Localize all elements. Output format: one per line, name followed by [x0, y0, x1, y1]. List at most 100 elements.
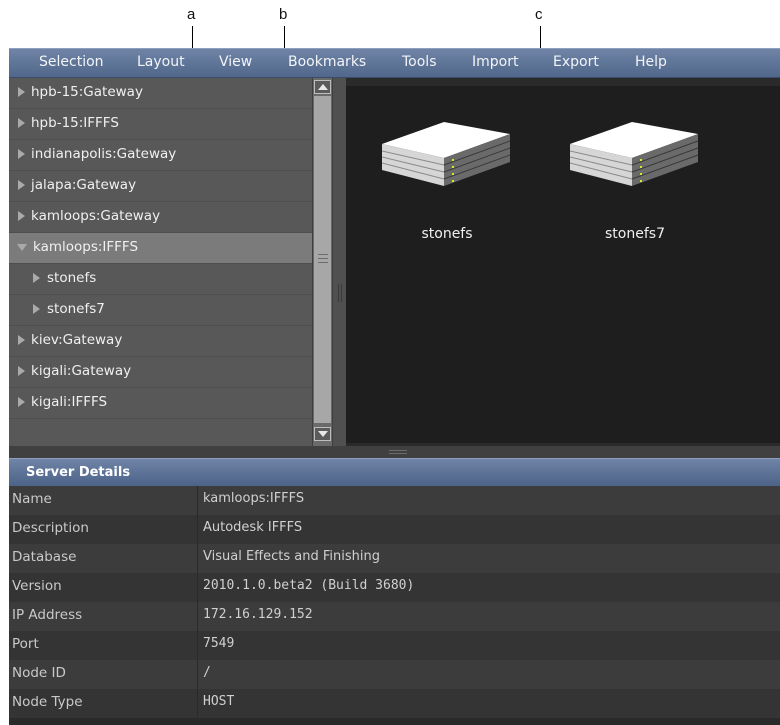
- tree-item-kamloops-gateway[interactable]: kamloops:Gateway: [9, 202, 312, 233]
- tree-item-label: indianapolis:Gateway: [31, 146, 177, 162]
- detail-value: 2010.1.0.beta2 (Build 3680): [203, 578, 415, 593]
- column-divider: [197, 544, 198, 573]
- expand-arrow-icon[interactable]: [18, 397, 25, 407]
- column-divider: [197, 602, 198, 631]
- tree-item-label: stonefs: [47, 270, 97, 286]
- expand-arrow-icon[interactable]: [33, 304, 40, 314]
- detail-value: Visual Effects and Finishing: [203, 549, 380, 564]
- scroll-thumb[interactable]: [314, 96, 331, 423]
- horizontal-splitter[interactable]: [9, 446, 780, 458]
- column-divider: [197, 573, 198, 602]
- server-icon: [381, 122, 511, 186]
- scroll-up-button[interactable]: [314, 80, 331, 94]
- tree-item-label: hpb-15:IFFFS: [31, 115, 119, 131]
- details-table: Name kamloops:IFFFS Description Autodesk…: [9, 486, 780, 725]
- server-tile-stonefs7[interactable]: stonefs7: [569, 118, 700, 242]
- tree-item-jalapa-gateway[interactable]: jalapa:Gateway: [9, 171, 312, 202]
- menu-view[interactable]: View: [219, 54, 252, 70]
- menu-bookmarks[interactable]: Bookmarks: [288, 54, 366, 70]
- column-divider: [197, 689, 198, 718]
- tree-item-indianapolis-gateway[interactable]: indianapolis:Gateway: [9, 140, 312, 171]
- server-viewer: stonefs stonefs7: [346, 86, 780, 443]
- tree-item-label: kamloops:Gateway: [31, 208, 161, 224]
- detail-row-node-id: Node ID /: [9, 660, 780, 689]
- menu-import[interactable]: Import: [472, 54, 518, 70]
- tree-item-label: jalapa:Gateway: [31, 177, 137, 193]
- column-divider: [197, 486, 198, 515]
- server-label: stonefs: [421, 226, 473, 242]
- collapse-arrow-icon[interactable]: [17, 244, 27, 251]
- tree-item-label: hpb-15:Gateway: [31, 84, 143, 100]
- detail-name: Port: [12, 636, 39, 652]
- detail-value: kamloops:IFFFS: [203, 491, 305, 506]
- tree-item-label: kigali:Gateway: [31, 363, 132, 379]
- menu-help[interactable]: Help: [635, 54, 667, 70]
- scroll-down-button[interactable]: [314, 427, 331, 441]
- server-tree: hpb-15:Gateway hpb-15:IFFFS indianapolis…: [9, 78, 312, 450]
- tree-item-kamloops-ifffs[interactable]: kamloops:IFFFS: [9, 233, 312, 264]
- tree-item-stonefs7[interactable]: stonefs7: [9, 295, 312, 326]
- detail-name: Node ID: [12, 665, 66, 681]
- detail-value: 7549: [203, 636, 235, 651]
- menu-tools[interactable]: Tools: [402, 54, 437, 70]
- details-header: Server Details: [9, 458, 780, 486]
- detail-value: 172.16.129.152: [203, 607, 313, 622]
- thumb-grip-icon: [318, 254, 328, 255]
- menu-selection[interactable]: Selection: [39, 54, 104, 70]
- detail-name: Version: [12, 578, 62, 594]
- detail-value: Autodesk IFFFS: [203, 520, 303, 535]
- callout-a: a: [187, 6, 196, 23]
- tree-item-kigali-ifffs[interactable]: kigali:IFFFS: [9, 388, 312, 419]
- expand-arrow-icon[interactable]: [18, 211, 25, 221]
- tree-item-kigali-gateway[interactable]: kigali:Gateway: [9, 357, 312, 388]
- details-title: Server Details: [26, 465, 131, 480]
- menu-layout[interactable]: Layout: [137, 54, 185, 70]
- splitter-grip-icon: [389, 450, 407, 451]
- detail-row-database: Database Visual Effects and Finishing: [9, 544, 780, 573]
- server-icon: [569, 122, 699, 186]
- column-divider: [197, 660, 198, 689]
- menu-bar: Selection Layout View Bookmarks Tools Im…: [9, 48, 780, 78]
- server-tile-stonefs[interactable]: stonefs: [381, 118, 512, 242]
- expand-arrow-icon[interactable]: [18, 180, 25, 190]
- tree-scrollbar[interactable]: [312, 78, 333, 446]
- detail-name: Description: [12, 520, 89, 536]
- splitter-grip-line: [341, 284, 342, 302]
- callout-c: c: [535, 6, 543, 23]
- detail-row-ip-address: IP Address 172.16.129.152: [9, 602, 780, 631]
- detail-value: /: [203, 665, 211, 680]
- server-browser-window: Selection Layout View Bookmarks Tools Im…: [9, 48, 780, 725]
- detail-row-version: Version 2010.1.0.beta2 (Build 3680): [9, 573, 780, 602]
- expand-arrow-icon[interactable]: [33, 273, 40, 283]
- tree-item-label: kamloops:IFFFS: [33, 239, 139, 255]
- detail-row-node-type: Node Type HOST: [9, 689, 780, 718]
- detail-row-name: Name kamloops:IFFFS: [9, 486, 780, 515]
- expand-arrow-icon[interactable]: [18, 335, 25, 345]
- arrow-down-icon: [318, 431, 328, 437]
- tree-item-kiev-gateway[interactable]: kiev:Gateway: [9, 326, 312, 357]
- expand-arrow-icon[interactable]: [18, 366, 25, 376]
- server-label: stonefs7: [605, 226, 665, 242]
- tree-item-hpb-15-gateway[interactable]: hpb-15:Gateway: [9, 78, 312, 109]
- tree-item-hpb-15-ifffs[interactable]: hpb-15:IFFFS: [9, 109, 312, 140]
- detail-name: Database: [12, 549, 77, 565]
- expand-arrow-icon[interactable]: [18, 87, 25, 97]
- tree-item-label: kigali:IFFFS: [31, 394, 108, 410]
- column-divider: [197, 515, 198, 544]
- tree-item-label: stonefs7: [47, 301, 105, 317]
- expand-arrow-icon[interactable]: [18, 149, 25, 159]
- expand-arrow-icon[interactable]: [18, 118, 25, 128]
- detail-row-description: Description Autodesk IFFFS: [9, 515, 780, 544]
- vertical-splitter[interactable]: [333, 78, 346, 450]
- thumb-grip-line: [318, 262, 328, 263]
- column-divider: [197, 631, 198, 660]
- arrow-up-icon: [318, 84, 328, 90]
- callout-b: b: [279, 6, 288, 23]
- detail-value: HOST: [203, 694, 235, 709]
- tree-item-label: kiev:Gateway: [31, 332, 123, 348]
- splitter-grip-line: [389, 453, 407, 454]
- tree-item-stonefs[interactable]: stonefs: [9, 264, 312, 295]
- menu-export[interactable]: Export: [553, 54, 599, 70]
- thumb-grip-line: [318, 258, 328, 259]
- detail-name: IP Address: [12, 607, 83, 623]
